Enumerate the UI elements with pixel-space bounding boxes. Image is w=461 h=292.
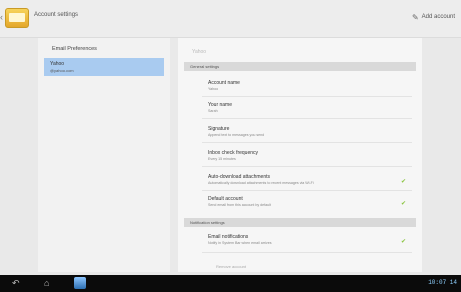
divider — [202, 142, 412, 143]
email-preferences-heading[interactable]: Email Preferences — [52, 46, 97, 52]
setting-default-account[interactable]: Default account Send email from this acc… — [208, 196, 408, 207]
setting-inbox-check-frequency[interactable]: Inbox check frequency Every 15 minutes — [208, 150, 408, 161]
account-list-pane: Email Preferences Yahoo @yahoo.com — [38, 38, 170, 272]
up-chevron-icon[interactable]: ‹ — [0, 12, 3, 22]
system-nav-bar: ↶ ⌂ 10:07 14 — [0, 275, 461, 292]
setting-title: Default account — [208, 196, 243, 202]
back-arrow-icon[interactable]: ↶ — [12, 278, 20, 289]
status-clock: 10:07 14 — [428, 279, 457, 286]
divider — [202, 166, 412, 167]
email-notifications-checkbox[interactable]: ✔ — [401, 238, 406, 245]
default-account-checkbox[interactable]: ✔ — [401, 200, 406, 207]
divider — [202, 252, 412, 253]
divider — [202, 96, 412, 97]
plus-mail-icon: ✎ — [411, 12, 419, 22]
auto-download-checkbox[interactable]: ✔ — [401, 178, 406, 185]
setting-account-name[interactable]: Account name Yahoo — [208, 80, 408, 91]
account-email: @yahoo.com — [50, 68, 74, 73]
setting-subtitle: Send email from this account by default — [208, 203, 271, 207]
setting-title: Your name — [208, 102, 232, 108]
divider — [202, 118, 412, 119]
account-name: Yahoo — [50, 61, 65, 67]
remove-account-button[interactable]: Remove account — [216, 264, 246, 269]
setting-title: Inbox check frequency — [208, 150, 259, 156]
home-icon[interactable]: ⌂ — [44, 278, 49, 288]
setting-subtitle: Notify in System Bar when email arrives — [208, 241, 272, 245]
setting-your-name[interactable]: Your name Sarah — [208, 102, 408, 113]
setting-title: Account name — [208, 80, 240, 86]
divider — [202, 190, 412, 191]
setting-subtitle: Sarah — [208, 109, 218, 113]
page-title: Account settings — [34, 12, 79, 18]
settings-pane: Yahoo General settings Account name Yaho… — [178, 38, 422, 272]
add-account-label: Add account — [421, 14, 455, 20]
account-list-item[interactable]: Yahoo @yahoo.com — [44, 58, 164, 76]
email-app-icon[interactable] — [5, 8, 29, 28]
setting-subtitle: Yahoo — [208, 87, 219, 91]
setting-subtitle: Automatically download attachments to re… — [208, 181, 314, 185]
action-bar: ‹ Account settings ✎ Add account — [0, 0, 461, 38]
general-settings-header: General settings — [184, 62, 416, 71]
recent-app-icon[interactable] — [74, 277, 86, 289]
notification-settings-header: Notification settings — [184, 218, 416, 227]
setting-email-notifications[interactable]: Email notifications Notify in System Bar… — [208, 234, 408, 245]
account-tab: Yahoo — [192, 49, 207, 55]
setting-auto-download-attachments[interactable]: Auto-download attachments Automatically … — [208, 174, 408, 185]
setting-title: Signature — [208, 126, 230, 132]
setting-signature[interactable]: Signature Append text to messages you se… — [208, 126, 408, 137]
setting-subtitle: Every 15 minutes — [208, 157, 236, 161]
setting-title: Auto-download attachments — [208, 174, 270, 180]
add-account-button[interactable]: ✎ Add account — [412, 11, 455, 23]
setting-subtitle: Append text to messages you send — [208, 133, 265, 137]
setting-title: Email notifications — [208, 234, 249, 240]
